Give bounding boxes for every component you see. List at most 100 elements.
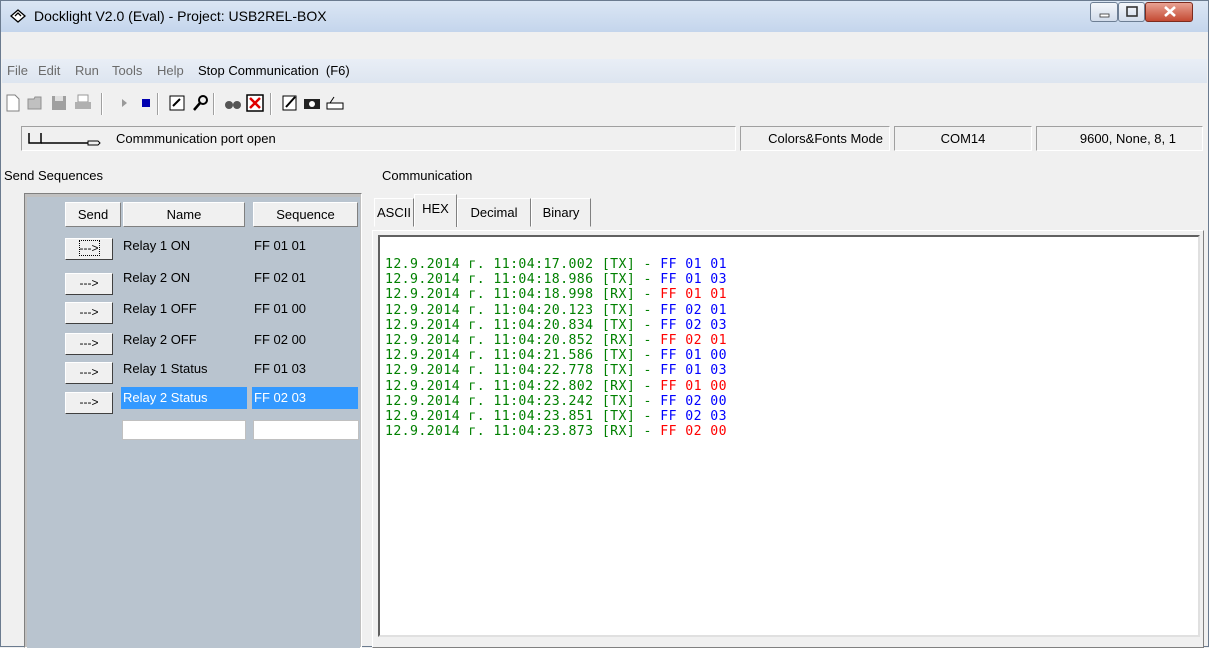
log-direction: [RX] bbox=[601, 424, 636, 440]
tab-hex[interactable]: HEX bbox=[414, 194, 457, 227]
log-line: 12.9.2014 г. 11:04:23.242 [TX] - FF 02 0… bbox=[385, 393, 727, 409]
log-timestamp: 12.9.2014 г. 11:04:23.873 bbox=[385, 424, 594, 440]
stop-icon[interactable] bbox=[137, 93, 157, 113]
log-line: 12.9.2014 г. 11:04:18.986 [TX] - FF 01 0… bbox=[385, 272, 727, 288]
communication-log: 12.9.2014 г. 11:04:17.002 [TX] - FF 01 0… bbox=[385, 257, 727, 439]
open-icon[interactable] bbox=[26, 93, 46, 113]
close-button[interactable] bbox=[1145, 2, 1193, 22]
log-data: FF 01 01 bbox=[660, 257, 727, 272]
log-data: FF 02 01 bbox=[660, 333, 727, 349]
sequence-name[interactable]: Relay 1 Status bbox=[121, 358, 208, 380]
toolbar-separator bbox=[101, 93, 103, 115]
tab-binary[interactable]: Binary bbox=[531, 198, 591, 227]
sequence-value[interactable]: FF 02 00 bbox=[252, 329, 306, 351]
log-direction: [TX] bbox=[601, 257, 636, 272]
sequence-name[interactable]: Relay 2 ON bbox=[121, 267, 190, 289]
toolbar-separator bbox=[157, 93, 159, 115]
sequence-name[interactable]: Relay 1 ON bbox=[121, 235, 190, 257]
port-settings-status-cell: 9600, None, 8, 1 bbox=[1036, 126, 1203, 151]
close-icon bbox=[1164, 6, 1176, 17]
sequence-value[interactable]: FF 02 01 bbox=[252, 267, 306, 289]
send-button[interactable]: ---> bbox=[65, 333, 113, 355]
sequence-value[interactable]: FF 01 03 bbox=[252, 358, 306, 380]
log-direction: [TX] bbox=[601, 363, 636, 379]
log-direction: [TX] bbox=[601, 348, 636, 364]
edit-script-icon[interactable] bbox=[280, 93, 300, 113]
log-data: FF 01 01 bbox=[660, 287, 727, 303]
log-timestamp: 12.9.2014 г. 11:04:18.998 bbox=[385, 287, 594, 303]
log-data: FF 01 03 bbox=[660, 272, 727, 288]
log-line: 12.9.2014 г. 11:04:22.802 [RX] - FF 01 0… bbox=[385, 378, 727, 394]
save-icon[interactable] bbox=[49, 93, 69, 113]
communication-label: Communication bbox=[382, 168, 473, 183]
menu-run[interactable]: Run bbox=[75, 63, 99, 78]
maximize-button[interactable] bbox=[1118, 2, 1145, 22]
column-header-send[interactable]: Send bbox=[65, 202, 121, 227]
send-button[interactable]: ---> bbox=[65, 238, 113, 260]
mode-status-cell: Colors&Fonts Mode bbox=[740, 126, 890, 151]
sequence-value-selected[interactable]: FF 02 03 bbox=[252, 387, 358, 409]
log-data: FF 01 00 bbox=[660, 348, 727, 364]
connection-icon bbox=[28, 133, 101, 146]
log-direction: [TX] bbox=[601, 272, 636, 288]
menu-file[interactable]: File bbox=[7, 63, 28, 78]
snapshot-icon[interactable] bbox=[302, 93, 322, 113]
sequence-name-selected[interactable]: Relay 2 Status bbox=[121, 387, 247, 409]
log-line: 12.9.2014 г. 11:04:23.851 [TX] - FF 02 0… bbox=[385, 409, 727, 425]
log-direction: [TX] bbox=[601, 409, 636, 425]
keyboard-icon[interactable] bbox=[325, 93, 345, 113]
com-port-status-cell: COM14 bbox=[894, 126, 1032, 151]
sequence-value[interactable]: FF 01 01 bbox=[252, 235, 306, 257]
log-timestamp: 12.9.2014 г. 11:04:20.123 bbox=[385, 302, 594, 318]
keyboard-console-icon[interactable] bbox=[191, 93, 211, 113]
log-timestamp: 12.9.2014 г. 11:04:23.851 bbox=[385, 409, 594, 425]
send-sequences-label: Send Sequences bbox=[4, 168, 104, 183]
log-data: FF 02 00 bbox=[660, 393, 727, 409]
log-timestamp: 12.9.2014 г. 11:04:18.986 bbox=[385, 272, 594, 288]
new-sequence-name-cell[interactable] bbox=[122, 420, 246, 440]
run-icon[interactable] bbox=[114, 93, 134, 113]
minimize-button[interactable] bbox=[1090, 2, 1118, 22]
log-line: 12.9.2014 г. 11:04:22.778 [TX] - FF 01 0… bbox=[385, 363, 727, 379]
log-line: 12.9.2014 г. 11:04:21.586 [TX] - FF 01 0… bbox=[385, 348, 727, 364]
sequence-value[interactable]: FF 01 00 bbox=[252, 298, 306, 320]
log-direction: [RX] bbox=[601, 378, 636, 394]
tab-decimal[interactable]: Decimal bbox=[457, 198, 531, 227]
new-icon[interactable] bbox=[3, 93, 23, 113]
log-timestamp: 12.9.2014 г. 11:04:22.802 bbox=[385, 378, 594, 394]
log-data: FF 01 03 bbox=[660, 363, 727, 379]
log-timestamp: 12.9.2014 г. 11:04:22.778 bbox=[385, 363, 594, 379]
project-settings-icon[interactable] bbox=[167, 93, 187, 113]
stop-communication-menu[interactable]: Stop Communication (F6) bbox=[198, 63, 350, 78]
log-timestamp: 12.9.2014 г. 11:04:20.852 bbox=[385, 333, 594, 349]
tab-ascii[interactable]: ASCII bbox=[374, 198, 414, 227]
toolbar-separator bbox=[213, 93, 215, 115]
docklight-diamond-icon bbox=[10, 9, 26, 23]
log-line: 12.9.2014 г. 11:04:20.123 [TX] - FF 02 0… bbox=[385, 302, 727, 318]
log-line: 12.9.2014 г. 11:04:18.998 [RX] - FF 01 0… bbox=[385, 287, 727, 303]
clear-icon[interactable] bbox=[245, 93, 265, 113]
log-data: FF 01 00 bbox=[660, 378, 727, 394]
log-line: 12.9.2014 г. 11:04:17.002 [TX] - FF 01 0… bbox=[385, 257, 727, 272]
log-direction: [TX] bbox=[601, 302, 636, 318]
column-header-name[interactable]: Name bbox=[123, 202, 245, 227]
sequence-name[interactable]: Relay 1 OFF bbox=[121, 298, 197, 320]
column-header-sequence[interactable]: Sequence bbox=[253, 202, 358, 227]
title-bar[interactable]: Docklight V2.0 (Eval) - Project: USB2REL… bbox=[1, 1, 1208, 32]
find-icon[interactable] bbox=[223, 93, 243, 113]
log-timestamp: 12.9.2014 г. 11:04:23.242 bbox=[385, 393, 594, 409]
log-data: FF 02 03 bbox=[660, 317, 727, 333]
send-button[interactable]: ---> bbox=[65, 273, 113, 295]
sequence-name[interactable]: Relay 2 OFF bbox=[121, 329, 197, 351]
menu-tools[interactable]: Tools bbox=[112, 63, 142, 78]
send-button[interactable]: ---> bbox=[65, 392, 113, 414]
menu-help[interactable]: Help bbox=[157, 63, 184, 78]
send-button[interactable]: ---> bbox=[65, 302, 113, 324]
send-button[interactable]: ---> bbox=[65, 362, 113, 384]
app-window: Docklight V2.0 (Eval) - Project: USB2REL… bbox=[0, 0, 1209, 648]
log-line: 12.9.2014 г. 11:04:20.852 [RX] - FF 02 0… bbox=[385, 333, 727, 349]
print-icon[interactable] bbox=[73, 93, 93, 113]
log-data: FF 02 00 bbox=[660, 424, 727, 440]
menu-edit[interactable]: Edit bbox=[38, 63, 60, 78]
new-sequence-value-cell[interactable] bbox=[253, 420, 359, 440]
